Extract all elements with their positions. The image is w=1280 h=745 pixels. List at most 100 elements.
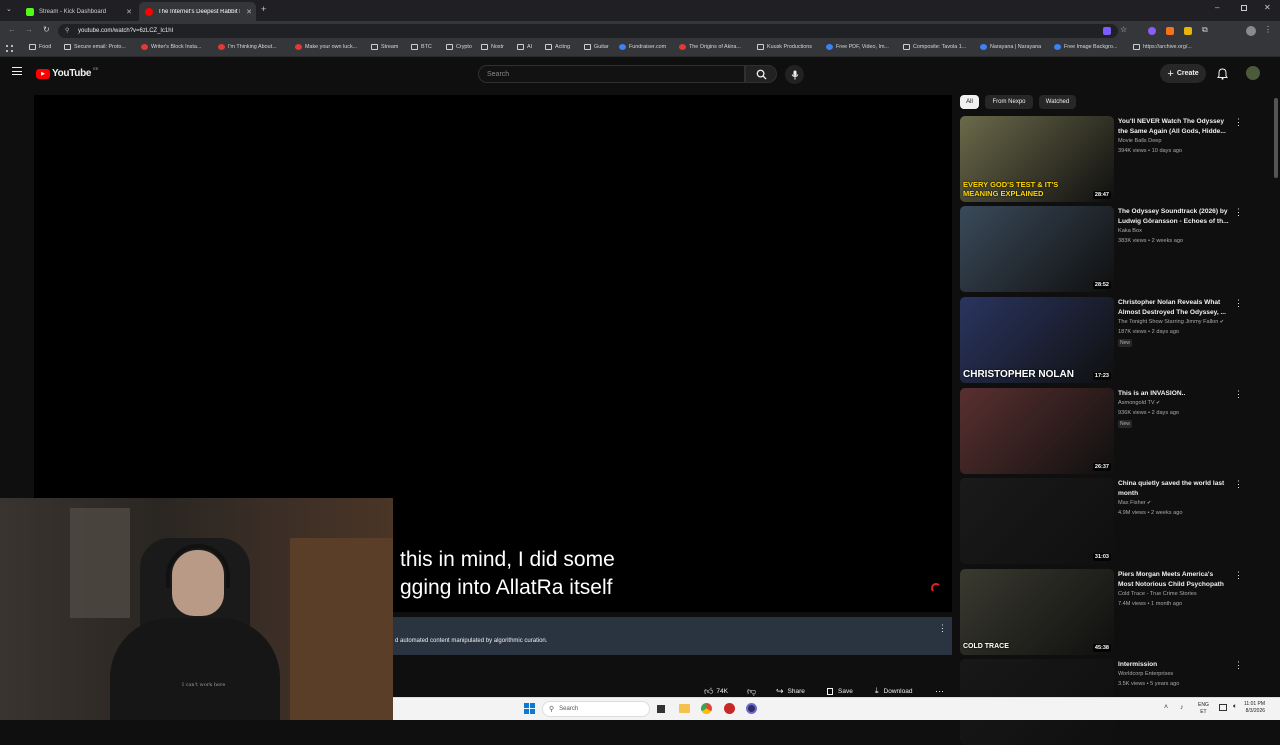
reload-icon[interactable]: ↻ [43, 25, 50, 34]
new-tab-button[interactable]: + [261, 4, 266, 14]
bookmark-item[interactable]: Writer's Block Insta... [141, 44, 201, 50]
tab-youtube-video[interactable]: The Internet's Deepest Rabbit H ✕ [139, 2, 256, 21]
like-button[interactable]: 👍︎ 74K [704, 684, 728, 698]
extension-icon-1[interactable] [1148, 27, 1156, 35]
notifications-bell-icon[interactable] [1217, 67, 1228, 85]
more-actions-icon[interactable]: ⋯ [935, 684, 944, 698]
video-title[interactable]: Piers Morgan Meets America's Most Notori… [1118, 570, 1230, 589]
recommended-video[interactable]: 28:52 The Odyssey Soundtrack (2026) by Lu… [960, 206, 1260, 292]
bookmark-item[interactable]: Crypto [446, 44, 472, 50]
bookmark-item[interactable]: AI [517, 44, 532, 50]
account-avatar[interactable] [1246, 66, 1260, 80]
bookmark-item[interactable]: Nostr [481, 44, 504, 50]
recommended-video[interactable]: EVERY GOD'S TEST & IT'S MEANING EXPLAINE… [960, 116, 1260, 202]
video-title[interactable]: Intermission [1118, 660, 1230, 670]
apps-grid-icon[interactable] [6, 45, 13, 52]
channel-name[interactable]: Kaka Box [1118, 228, 1142, 234]
minimize-window-icon[interactable]: – [1215, 3, 1219, 12]
scrollbar-thumb[interactable] [1274, 98, 1278, 178]
bookmark-item[interactable]: Stream [371, 44, 398, 50]
video-thumbnail[interactable]: CHRISTOPHER NOLAN 17:23 [960, 297, 1114, 383]
site-info-icon[interactable]: ⚲ [65, 27, 69, 34]
video-title[interactable]: This is an INVASION.. [1118, 389, 1230, 399]
network-icon[interactable] [1219, 704, 1227, 711]
extensions-puzzle-icon[interactable]: ⧉ [1202, 25, 1208, 35]
more-options-icon[interactable]: ⋮ [1234, 299, 1243, 308]
more-options-icon[interactable]: ⋮ [938, 623, 947, 634]
more-options-icon[interactable]: ⋮ [1234, 208, 1243, 217]
extension-icon-2[interactable] [1166, 27, 1174, 35]
chip-all[interactable]: All [960, 95, 979, 109]
browser-menu-icon[interactable]: ⋮ [1264, 25, 1272, 34]
more-options-icon[interactable]: ⋮ [1234, 661, 1243, 670]
video-title[interactable]: Christopher Nolan Reveals What Almost De… [1118, 298, 1230, 317]
taskbar-search-input[interactable]: ⚲ Search [542, 701, 650, 717]
address-bar[interactable]: ⚲ youtube.com/watch?v=6zLCZ_lc1hI ☆ [58, 24, 1127, 38]
forward-icon[interactable]: → [25, 25, 33, 34]
search-input[interactable]: Search [478, 65, 745, 83]
tray-app-icon[interactable]: ♪ [1180, 704, 1184, 711]
bookmark-item[interactable]: Secure email: Proto... [64, 44, 126, 50]
bookmark-item[interactable]: I'm Thinking About... [218, 44, 277, 50]
video-thumbnail[interactable]: EVERY GOD'S TEST & IT'S MEANING EXPLAINE… [960, 116, 1114, 202]
clock[interactable]: 11:01 PM 8/3/2026 [1244, 701, 1265, 715]
bookmark-item[interactable]: The Origins of Akira... [679, 44, 741, 50]
app-icon-red[interactable] [724, 703, 735, 714]
save-button[interactable]: Save [827, 684, 853, 698]
hamburger-menu-icon[interactable] [12, 67, 22, 75]
channel-name[interactable]: The Tonight Show Starring Jimmy Fallon ✔ [1118, 319, 1224, 325]
bookmark-item[interactable]: Kuusk Productions [757, 44, 812, 50]
profile-avatar-icon[interactable] [1246, 26, 1256, 36]
more-options-icon[interactable]: ⋮ [1234, 118, 1243, 127]
recommended-video[interactable]: 31:03 China quietly saved the world last … [960, 478, 1260, 564]
tab-kick-dashboard[interactable]: Stream - Kick Dashboard ✕ [20, 2, 136, 21]
channel-name[interactable]: Worldcorp Enterprises [1118, 671, 1173, 677]
bookmark-item[interactable]: BTC [411, 44, 432, 50]
bookmark-item[interactable]: Narayana | Narayana [980, 44, 1041, 50]
tray-chevron-icon[interactable]: ˄ [1164, 704, 1168, 711]
video-thumbnail[interactable]: 26:37 [960, 388, 1114, 474]
bookmark-item[interactable]: Food [29, 44, 51, 50]
recommended-video[interactable]: 26:37 This is an INVASION.. Asmongold TV ✔… [960, 388, 1260, 474]
video-title[interactable]: The Odyssey Soundtrack (2026) by Ludwig … [1118, 207, 1230, 226]
close-tab-icon[interactable]: ✕ [126, 8, 132, 16]
dislike-button[interactable]: 👎︎ [747, 684, 756, 698]
bookmark-item[interactable]: https://archive.org/... [1133, 44, 1192, 50]
share-button[interactable]: ↪ Share [776, 684, 805, 698]
back-icon[interactable]: ← [8, 25, 16, 34]
bookmark-item[interactable]: Free PDF, Video, Im... [826, 44, 889, 50]
close-window-icon[interactable]: ✕ [1264, 3, 1271, 12]
download-button[interactable]: ⤓ Download [875, 684, 912, 698]
recommended-video[interactable]: CHRISTOPHER NOLAN 17:23 Christopher Nolan … [960, 297, 1260, 383]
extension-purple-icon[interactable] [1103, 27, 1111, 35]
video-title[interactable]: You'll NEVER Watch The Odyssey the Same … [1118, 117, 1230, 136]
search-button[interactable] [745, 65, 777, 83]
chrome-icon[interactable] [701, 703, 712, 714]
close-tab-icon[interactable]: ✕ [246, 8, 252, 16]
bookmark-item[interactable]: Make your own luck... [295, 44, 357, 50]
create-button[interactable]: + Create [1160, 64, 1206, 83]
more-options-icon[interactable]: ⋮ [1234, 571, 1243, 580]
more-options-icon[interactable]: ⋮ [1234, 480, 1243, 489]
voice-search-button[interactable] [785, 65, 804, 84]
recommended-video[interactable]: COLD TRACE 45:38 Piers Morgan Meets Americ… [960, 569, 1260, 655]
bookmark-item[interactable]: Free Image Backgro... [1054, 44, 1117, 50]
task-view-icon[interactable] [657, 705, 665, 713]
video-thumbnail[interactable]: 28:52 [960, 206, 1114, 292]
more-options-icon[interactable]: ⋮ [1234, 390, 1243, 399]
bookmark-item[interactable]: Fundraiser.com [619, 44, 666, 50]
bookmark-star-icon[interactable]: ☆ [1120, 25, 1127, 34]
bookmark-item[interactable]: Acting [545, 44, 570, 50]
video-thumbnail[interactable]: 31:03 [960, 478, 1114, 564]
obs-icon[interactable] [746, 703, 757, 714]
file-explorer-icon[interactable] [679, 704, 690, 713]
restore-window-icon[interactable] [1241, 5, 1247, 11]
video-thumbnail[interactable]: COLD TRACE 45:38 [960, 569, 1114, 655]
tab-list-chevron-icon[interactable]: ⌄ [6, 5, 12, 13]
channel-name[interactable]: Asmongold TV ✔ [1118, 400, 1160, 406]
channel-name[interactable]: Movie Balls Deep [1118, 138, 1162, 144]
volume-icon[interactable]: 🔈︎ [1233, 703, 1237, 711]
bookmark-item[interactable]: Composite: Tavola 1... [903, 44, 966, 50]
language-indicator[interactable]: ENG ET [1198, 702, 1209, 716]
windows-start-icon[interactable] [524, 703, 535, 714]
